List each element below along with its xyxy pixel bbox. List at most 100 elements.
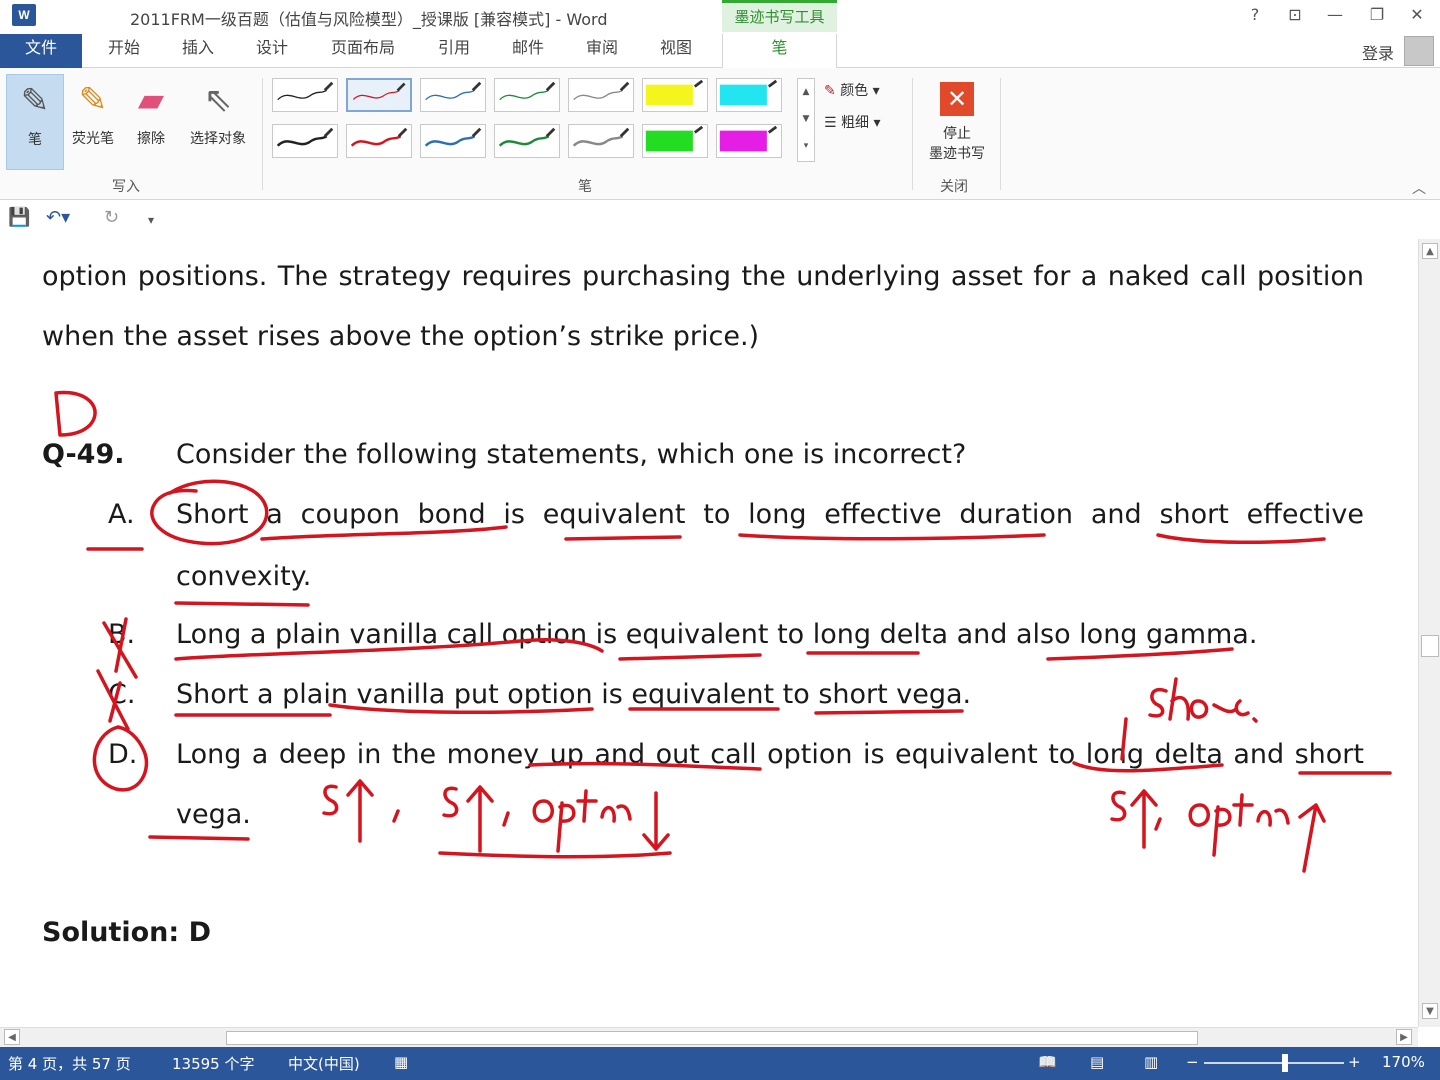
group-separator (912, 78, 913, 190)
scroll-up-icon[interactable]: ▲ (1422, 243, 1438, 259)
page-count[interactable]: 第 4 页，共 57 页 (8, 1053, 131, 1074)
ribbon-tabs: 文件 开始 插入 设计 页面布局 引用 邮件 审阅 视图 笔 登录 (0, 34, 1440, 68)
avatar[interactable] (1404, 36, 1434, 66)
tab-review[interactable]: 审阅 (578, 34, 626, 68)
vertical-scrollbar[interactable]: ▲ ▼ (1418, 239, 1440, 1027)
ribbon-display-options-icon[interactable]: ⊡ (1278, 4, 1312, 28)
scroll-left-icon[interactable]: ◀ (4, 1029, 20, 1045)
language-indicator[interactable]: 中文(中国) (288, 1053, 360, 1074)
print-layout-icon[interactable]: ▤ (1090, 1053, 1104, 1071)
vertical-scroll-thumb[interactable] (1421, 635, 1439, 657)
pen-color-icon: ✎ (824, 83, 836, 99)
paragraph-line: when the asset rises above the option’s … (42, 321, 760, 352)
eraser-icon: ▰ (137, 80, 165, 120)
highlighter-button[interactable]: ✎ 荧光笔 (64, 74, 122, 170)
ink-arrow-up (346, 779, 374, 843)
word-app-icon[interactable]: W (12, 4, 36, 26)
pen-style-swatch[interactable] (642, 78, 708, 112)
pen-style-swatch[interactable] (346, 78, 412, 112)
ink-underline (1046, 647, 1234, 661)
pen-style-swatch[interactable] (346, 124, 412, 158)
pen-style-swatch[interactable] (568, 78, 634, 112)
window-title: 2011FRM一级百题（估值与风险模型）_授课版 [兼容模式] - Word (130, 10, 608, 29)
option-letter: B. (108, 619, 136, 650)
ink-handwriting (1154, 817, 1162, 831)
zoom-in-icon[interactable]: + (1348, 1053, 1361, 1071)
ink-underline (438, 851, 672, 859)
tab-design[interactable]: 设计 (248, 34, 296, 68)
ink-underline (738, 533, 1046, 541)
horizontal-scrollbar[interactable]: ◀ ▶ (0, 1027, 1418, 1047)
group-separator (262, 78, 263, 190)
pen-style-swatch[interactable] (716, 78, 782, 112)
customize-toolbar-icon[interactable]: ▾ (148, 213, 154, 227)
pen-style-swatch[interactable] (420, 78, 486, 112)
option-text: Short a coupon bond is equivalent to lon… (176, 499, 1364, 530)
group-label-close: 关闭 (940, 179, 968, 195)
pen-gallery (272, 78, 792, 162)
tab-file[interactable]: 文件 (0, 34, 82, 68)
undo-icon[interactable]: ↶▾ (46, 207, 70, 228)
tab-view[interactable]: 视图 (652, 34, 700, 68)
tab-home[interactable]: 开始 (100, 34, 148, 68)
save-icon[interactable]: 💾 (8, 207, 30, 228)
tab-mailings[interactable]: 邮件 (504, 34, 552, 68)
macro-record-icon[interactable]: ▦ (394, 1053, 408, 1071)
pen-style-swatch[interactable] (568, 124, 634, 158)
ink-arrow-up (1130, 789, 1158, 849)
word-count[interactable]: 13595 个字 (172, 1053, 255, 1074)
zoom-out-icon[interactable]: − (1186, 1053, 1199, 1071)
ink-handwriting (1188, 793, 1290, 857)
restore-button[interactable]: ❐ (1360, 4, 1394, 28)
pen-style-swatch[interactable] (272, 124, 338, 158)
group-label-pens: 笔 (578, 179, 592, 195)
collapse-ribbon-icon[interactable]: ︿ (1412, 178, 1426, 198)
horizontal-scroll-thumb[interactable] (226, 1031, 1198, 1045)
minimize-button[interactable]: — (1318, 4, 1352, 28)
option-letter: C. (108, 679, 136, 710)
cursor-arrow-icon: ⇖ (203, 80, 233, 120)
status-bar: 第 4 页，共 57 页 13595 个字 中文(中国) ▦ 📖 ▤ ▥ − +… (0, 1047, 1440, 1080)
sign-in-link[interactable]: 登录 (1362, 40, 1394, 64)
pen-thickness-dropdown[interactable]: ☰ 粗细 ▾ (824, 112, 881, 132)
pen-style-swatch[interactable] (716, 124, 782, 158)
pen-color-dropdown[interactable]: ✎ 颜色 ▾ (824, 80, 880, 100)
select-objects-button[interactable]: ⇖ 选择对象 (182, 74, 254, 170)
tab-references[interactable]: 引用 (430, 34, 478, 68)
pen-style-swatch[interactable] (272, 78, 338, 112)
line-weight-icon: ☰ (824, 115, 837, 131)
ink-arrow-up (1298, 803, 1326, 873)
ink-underline (618, 653, 762, 661)
title-bar: W 2011FRM一级百题（估值与风险模型）_授课版 [兼容模式] - Word… (0, 0, 1440, 32)
zoom-slider-thumb[interactable] (1282, 1054, 1288, 1072)
pen-style-swatch[interactable] (642, 124, 708, 158)
pen-style-swatch[interactable] (494, 124, 560, 158)
pen-button[interactable]: ✎ 笔 (6, 74, 64, 170)
eraser-button[interactable]: ▰ 擦除 (122, 74, 180, 170)
close-button[interactable]: ✕ (1400, 4, 1434, 28)
gallery-scroll[interactable]: ▲ ▼ ▾ (797, 78, 815, 162)
read-mode-icon[interactable]: 📖 (1038, 1053, 1057, 1071)
scroll-down-icon[interactable]: ▼ (1422, 1003, 1438, 1019)
zoom-slider[interactable] (1204, 1062, 1344, 1064)
pen-style-swatch[interactable] (494, 78, 560, 112)
stop-inking-button[interactable]: ✕ 停止 墨迹书写 (920, 76, 994, 168)
ink-letter-d (54, 390, 97, 437)
tab-pen[interactable]: 笔 (722, 34, 837, 68)
scroll-right-icon[interactable]: ▶ (1396, 1029, 1412, 1045)
help-button[interactable]: ? (1238, 4, 1272, 28)
ink-handwriting (392, 809, 400, 823)
ink-handwriting (322, 784, 339, 816)
solution-text: Solution: D (42, 917, 212, 948)
zoom-level[interactable]: 170% (1382, 1053, 1425, 1071)
tab-insert[interactable]: 插入 (174, 34, 222, 68)
ink-underline (564, 535, 682, 541)
redo-icon[interactable]: ↻ (104, 207, 119, 228)
tab-page-layout[interactable]: 页面布局 (322, 34, 404, 68)
highlighter-icon: ✎ (78, 80, 108, 120)
ink-underline (814, 709, 964, 715)
pen-style-swatch[interactable] (420, 124, 486, 158)
document-page[interactable]: option positions. The strategy requires … (0, 239, 1418, 1027)
web-layout-icon[interactable]: ▥ (1144, 1053, 1158, 1071)
ink-arrow-up (466, 785, 494, 853)
